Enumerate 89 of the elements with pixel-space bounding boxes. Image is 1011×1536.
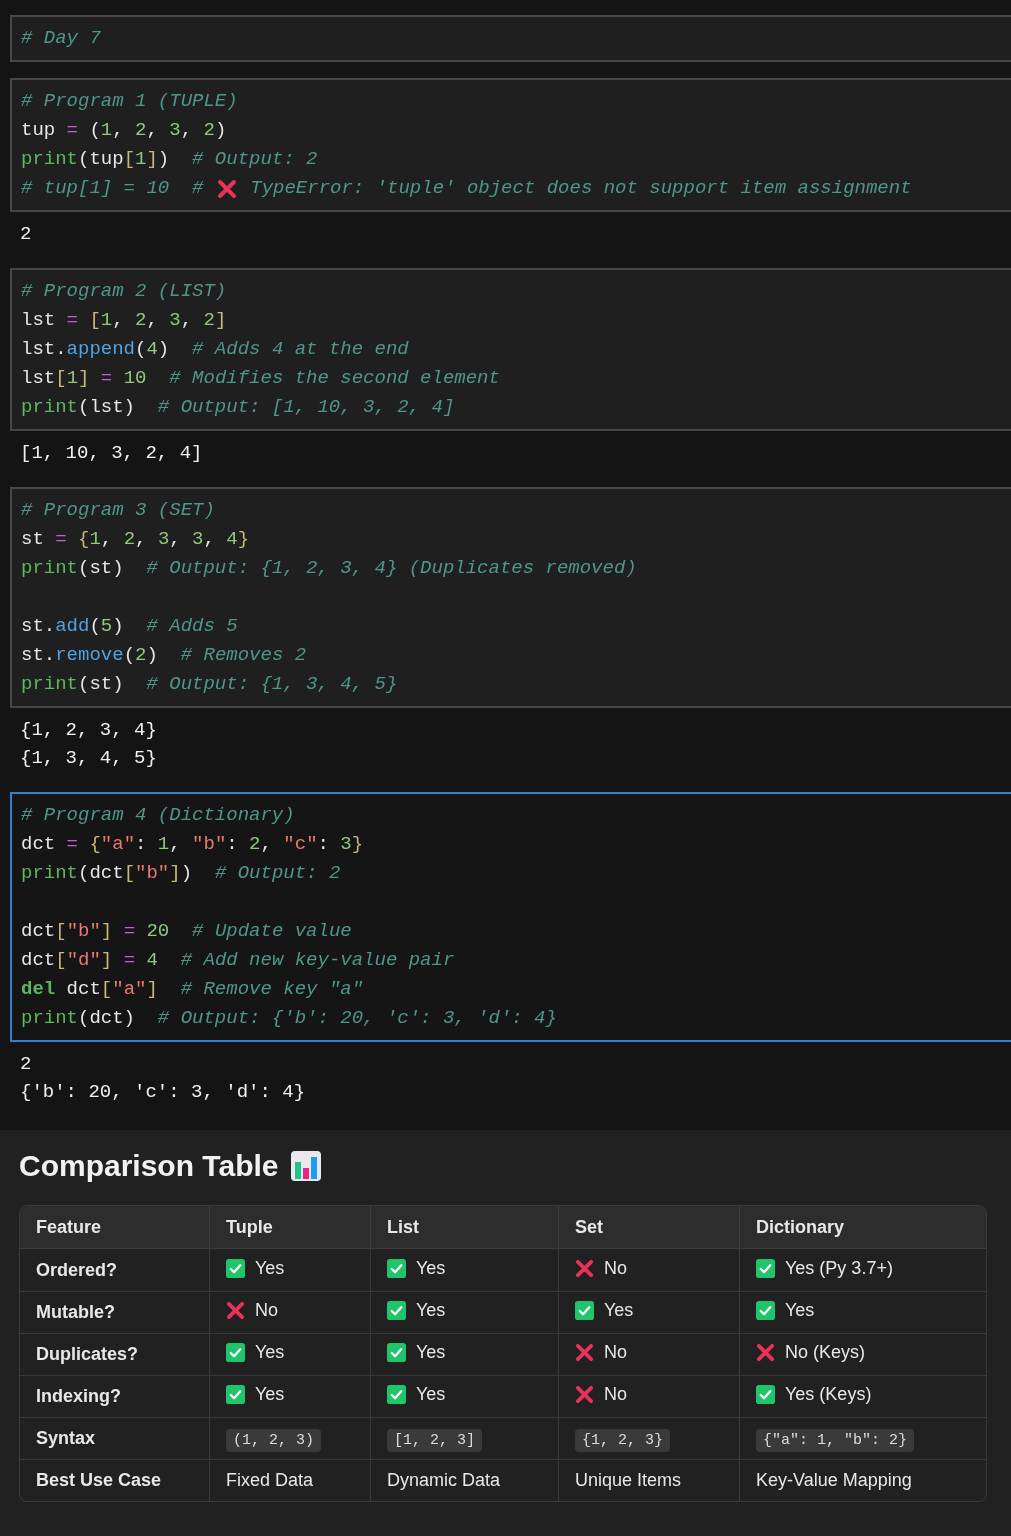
cell-text: Yes [416, 1342, 446, 1363]
code-line: st.remove(2) # Removes 2 [21, 643, 308, 668]
column-header: List [371, 1206, 559, 1249]
table-cell: Dynamic Data [371, 1459, 559, 1501]
code-line: lst.append(4) # Adds 4 at the end [21, 337, 410, 362]
column-header: Tuple [210, 1206, 371, 1249]
output-line: 2 [20, 222, 33, 247]
checkmark-icon [387, 1385, 406, 1404]
output-line: {'b': 20, 'c': 3, 'd': 4} [20, 1080, 307, 1105]
checkmark-icon [387, 1301, 406, 1320]
code-line: dct = {"a": 1, "b": 2, "c": 3} [21, 832, 365, 857]
code-text: # tup[1] = 10 # [21, 176, 205, 201]
checkmark-icon [226, 1258, 245, 1278]
cross-icon [756, 1343, 775, 1362]
code-line: # Program 4 (Dictionary) [21, 803, 296, 828]
row-label: Indexing? [20, 1375, 210, 1417]
cell-text: Yes [416, 1300, 446, 1321]
output-line: {1, 3, 4, 5} [20, 746, 158, 771]
output-line: [1, 10, 3, 2, 4] [20, 441, 204, 466]
cell-text: No (Keys) [785, 1342, 865, 1363]
row-label: Mutable? [20, 1291, 210, 1333]
column-header: Set [559, 1206, 740, 1249]
code-line: # Program 2 (LIST) [21, 279, 228, 304]
checkmark-icon [226, 1343, 245, 1362]
cross-icon [226, 1301, 245, 1320]
code-snippet: {"a": 1, "b": 2} [756, 1429, 915, 1452]
row-label: Ordered? [20, 1249, 210, 1291]
cell-text: Yes [416, 1257, 446, 1279]
checkmark-icon [226, 1385, 245, 1404]
cell-text: Yes [255, 1257, 285, 1279]
code-text: TypeError: 'tuple' object does not support item assignment [249, 176, 912, 201]
code-line: print(dct) # Output: {'b': 20, 'c': 3, 'd': 4} [21, 1006, 558, 1031]
column-header: Dictionary [740, 1206, 986, 1249]
cross-icon [575, 1343, 594, 1362]
output-line: 2 [20, 1052, 33, 1077]
checkmark-icon [575, 1301, 594, 1320]
row-label: Best Use Case [20, 1459, 210, 1501]
cell-text: No [604, 1342, 627, 1363]
code-cell[interactable]: # Day 7 [10, 15, 1011, 62]
checkmark-icon [387, 1343, 406, 1362]
cross-icon [216, 178, 237, 199]
row-label: Syntax [20, 1417, 210, 1459]
cell-text: Yes [416, 1384, 446, 1405]
cell-text: No [604, 1384, 627, 1405]
checkmark-icon [387, 1258, 406, 1278]
cell-text: Yes (Keys) [785, 1384, 872, 1405]
code-snippet: {1, 2, 3} [575, 1429, 670, 1452]
section-title: Comparison Table [19, 1149, 279, 1183]
code-line: dct["d"] = 4 # Add new key-value pair [21, 948, 456, 973]
output-line: {1, 2, 3, 4} [20, 718, 158, 743]
cell-text: No [255, 1300, 278, 1321]
code-line: print(dct["b"]) # Output: 2 [21, 861, 342, 886]
code-line: st.add(5) # Adds 5 [21, 614, 239, 639]
code-line: # Program 3 (SET) [21, 498, 216, 523]
row-label: Duplicates? [20, 1333, 210, 1375]
code-line: st = {1, 2, 3, 3, 4} [21, 527, 251, 552]
cross-icon [575, 1258, 594, 1278]
code-line: # Day 7 [21, 26, 102, 51]
code-line: print(st) # Output: {1, 3, 4, 5} [21, 672, 399, 697]
cell-text: Yes [785, 1300, 815, 1321]
code-cell[interactable]: # Program 1 (TUPLE) tup = (1, 2, 3, 2) print(tup[1]) # Output: 2 # tup[1] = 10 # TypeError: 'tuple' object does not support item assignment [10, 78, 1011, 212]
code-cell[interactable]: # Program 2 (LIST) lst = [1, 2, 3, 2] lst.append(4) # Adds 4 at the end lst[1] = 10 # Modifies the second element print(lst) # Output: [1, 10, 3, 2, 4] [10, 268, 1011, 431]
code-line: lst = [1, 2, 3, 2] [21, 308, 228, 333]
checkmark-icon [756, 1385, 775, 1404]
code-line: print(st) # Output: {1, 2, 3, 4} (Duplicates removed) [21, 556, 638, 581]
code-line: dct["b"] = 20 # Update value [21, 919, 353, 944]
code-line: tup = (1, 2, 3, 2) [21, 118, 228, 143]
code-snippet: (1, 2, 3) [226, 1429, 321, 1452]
bar-chart-icon [290, 1150, 323, 1182]
code-line: print(lst) # Output: [1, 10, 3, 2, 4] [21, 395, 456, 420]
table-cell: Key-Value Mapping [740, 1459, 986, 1501]
checkmark-icon [756, 1258, 775, 1278]
cell-text: Yes [604, 1300, 634, 1321]
checkmark-icon [756, 1301, 775, 1320]
table-cell: Unique Items [559, 1459, 740, 1501]
cell-text: Yes (Py 3.7+) [785, 1257, 893, 1279]
cell-text: No [604, 1257, 627, 1279]
code-snippet: [1, 2, 3] [387, 1429, 482, 1452]
code-line: del dct["a"] # Remove key "a" [21, 977, 365, 1002]
code-line: lst[1] = 10 # Modifies the second element [21, 366, 501, 391]
code-cell[interactable]: # Program 3 (SET) st = {1, 2, 3, 3, 4} print(st) # Output: {1, 2, 3, 4} (Duplicates removed) st.add(5) # Adds 5 st.remove(2) # Removes 2 print(st) # Output: {1, 3, 4, 5} [10, 487, 1011, 708]
cell-text: Yes [255, 1384, 285, 1405]
code-line: print(tup[1]) # Output: 2 [21, 147, 319, 172]
code-cell[interactable] [10, 792, 1011, 1042]
code-line: # Program 1 (TUPLE) [21, 89, 239, 114]
cell-text: Yes [255, 1342, 285, 1363]
cross-icon [575, 1385, 594, 1404]
column-header: Feature [20, 1206, 210, 1249]
table-cell: Fixed Data [210, 1459, 371, 1501]
